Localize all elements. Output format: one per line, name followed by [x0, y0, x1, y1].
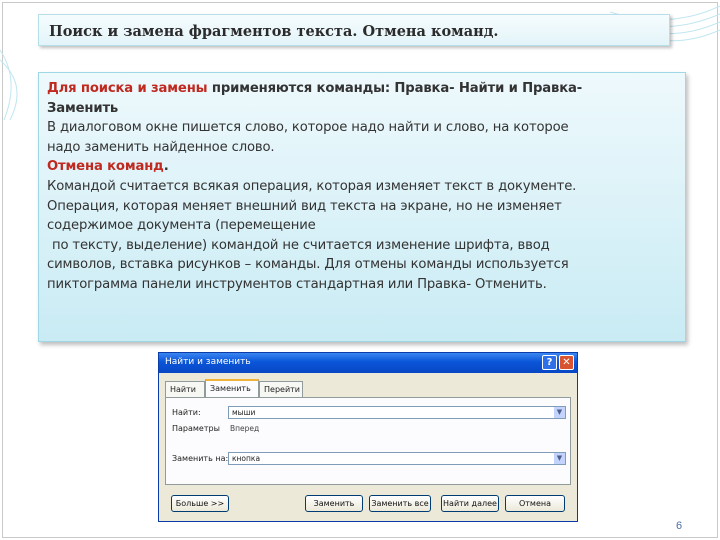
find-replace-dialog: Найти и заменить ? ✕ Найти Заменить Пере… [158, 352, 578, 522]
body-line-7: Операция, которая меняет внешний вид тек… [47, 198, 562, 214]
find-next-button[interactable]: Найти далее [441, 495, 499, 512]
replace-label: Заменить на: [172, 454, 229, 463]
body-line-4: надо заменить найденное слово. [47, 139, 275, 155]
find-label: Найти: [172, 408, 201, 417]
slide-title: Поиск и замена фрагментов текста. Отмена… [49, 23, 499, 40]
dialog-titlebar[interactable]: Найти и заменить ? ✕ [159, 353, 577, 373]
slide-body-text: Для поиска и замены применяются команды:… [47, 79, 677, 295]
cancel-button[interactable]: Отмена [505, 495, 565, 512]
red-phrase-search-replace: Для поиска и замены [47, 81, 208, 96]
find-input-value: мыши [232, 408, 256, 417]
chevron-down-icon[interactable]: ▼ [554, 453, 565, 464]
replace-input[interactable]: кнопка ▼ [228, 452, 566, 465]
body-line-9: по тексту, выделение) командой не считае… [52, 237, 550, 253]
help-icon[interactable]: ? [542, 355, 557, 370]
replace-input-value: кнопка [232, 454, 261, 463]
dialog-title: Найти и заменить [165, 357, 251, 367]
body-line-1-rest: : Правка- Найти и Правка- [384, 81, 583, 96]
params-value: Вперед [230, 424, 260, 433]
tab-panel-replace: Найти: мыши ▼ Параметры Вперед Заменить … [165, 397, 571, 485]
tab-goto[interactable]: Перейти [259, 381, 303, 397]
body-line-1: Для поиска и замены применяются команды:… [47, 79, 677, 99]
tab-find[interactable]: Найти [165, 381, 205, 397]
close-icon[interactable]: ✕ [559, 355, 574, 370]
body-line-6: Командой считается всякая операция, кото… [47, 178, 577, 194]
body-line-10: символов, вставка рисунков – команды. Дл… [47, 257, 569, 273]
params-label: Параметры [172, 424, 220, 433]
chevron-down-icon[interactable]: ▼ [554, 407, 565, 418]
body-line-2: Заменить [47, 100, 119, 116]
find-input[interactable]: мыши ▼ [228, 406, 566, 419]
more-button[interactable]: Больше >> [171, 495, 229, 512]
heading-undo-dot: . [163, 159, 169, 175]
red-heading-undo: Отмена команд [47, 159, 164, 175]
replace-button[interactable]: Заменить [305, 495, 363, 512]
replace-all-button[interactable]: Заменить все [369, 495, 431, 512]
body-line-8: содержимое документа (перемещение [47, 218, 316, 234]
slide-body-box: Для поиска и замены применяются команды:… [38, 72, 686, 342]
tab-replace[interactable]: Заменить [205, 379, 259, 398]
slide-title-box: Поиск и замена фрагментов текста. Отмена… [38, 14, 670, 46]
bold-phrase-commands: применяются команды [207, 81, 385, 96]
page-number: 6 [676, 520, 683, 532]
body-line-3: В диалоговом окне пишется слово, которое… [47, 120, 569, 136]
body-line-5: Отмена команд. [47, 157, 677, 177]
body-line-11: пиктограмма панели инструментов стандарт… [47, 276, 547, 292]
